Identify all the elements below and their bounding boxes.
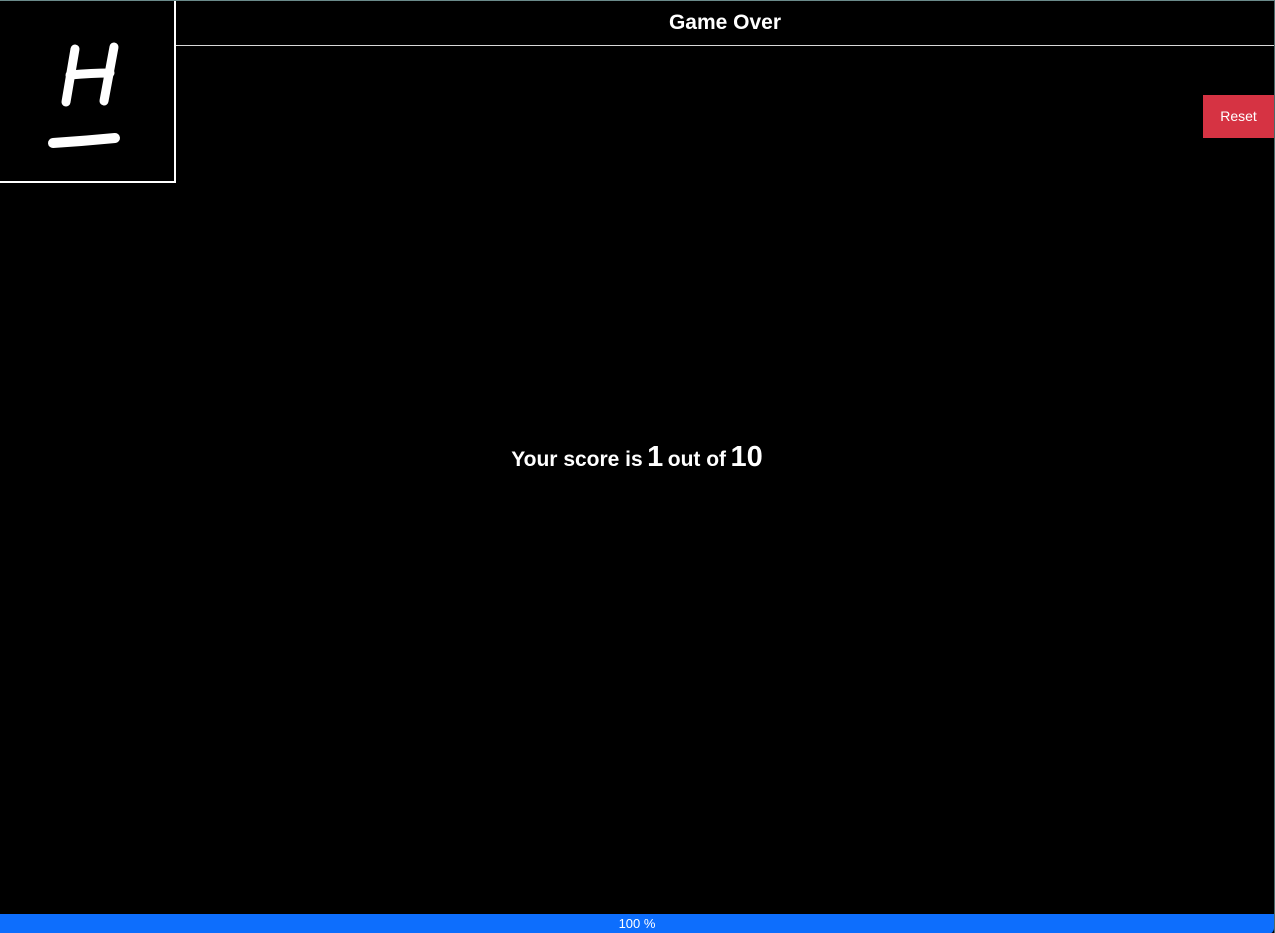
progress-bar: 100 %	[0, 914, 1274, 933]
reset-button[interactable]: Reset	[1203, 95, 1274, 138]
game-over-screen: Game Over Reset Your score is 1 out of 1…	[0, 0, 1275, 933]
score-total: 10	[730, 441, 763, 473]
score-middle: out of	[667, 448, 727, 471]
handwritten-h-logo-icon	[48, 42, 120, 148]
score-prefix: Your score is	[511, 448, 643, 471]
header-bar: Game Over	[176, 1, 1274, 46]
score-value: 1	[647, 441, 664, 473]
logo	[0, 1, 176, 183]
progress-label: 100 %	[618, 916, 656, 931]
page-title: Game Over	[668, 11, 782, 34]
score-summary: Your score is 1 out of 10	[0, 441, 1274, 474]
